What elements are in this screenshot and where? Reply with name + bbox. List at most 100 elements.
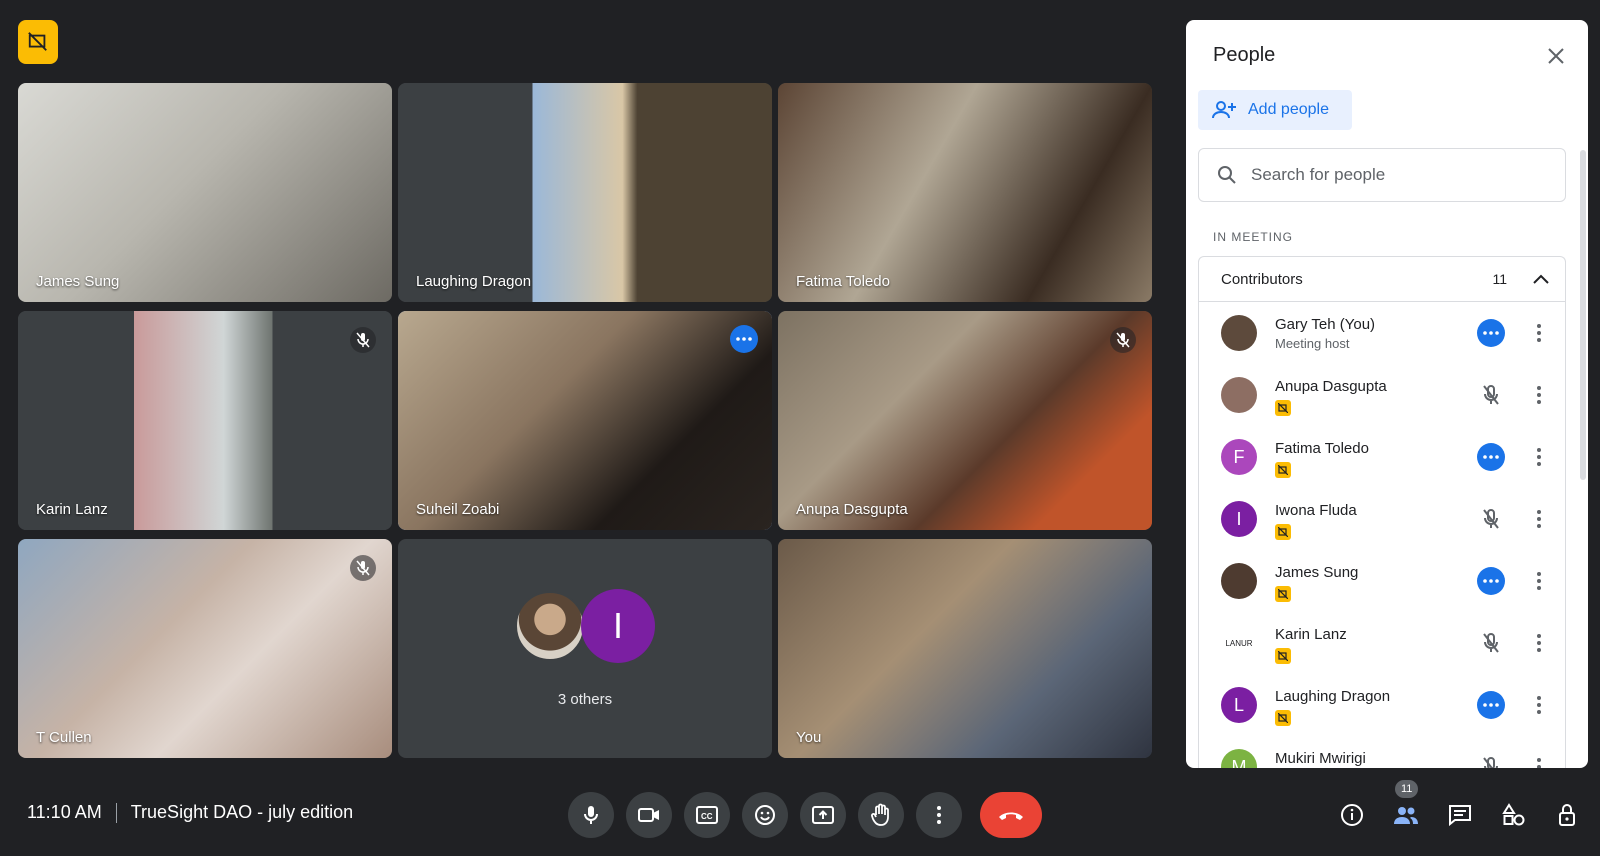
- participant-row[interactable]: I Iwona Fluda: [1199, 488, 1565, 550]
- participant-row[interactable]: F Fatima Toledo: [1199, 426, 1565, 488]
- participant-row[interactable]: Gary Teh (You) Meeting host: [1199, 302, 1565, 364]
- participant-menu-button[interactable]: [1529, 381, 1549, 409]
- muted-indicator: [350, 327, 376, 353]
- host-controls-button[interactable]: [1546, 792, 1590, 838]
- no-video-icon: [1278, 465, 1288, 475]
- more-vert-icon: [1537, 572, 1541, 590]
- activities-button[interactable]: [1492, 792, 1536, 838]
- meeting-details-button[interactable]: [1330, 792, 1374, 838]
- participant-menu-button[interactable]: [1529, 319, 1549, 347]
- participant-tile[interactable]: Anupa Dasgupta: [778, 311, 1152, 530]
- mic-off-icon: [1483, 633, 1499, 653]
- participant-name: Suheil Zoabi: [416, 501, 500, 518]
- raise-hand-button[interactable]: [858, 792, 904, 838]
- participant-tile[interactable]: You: [778, 539, 1152, 758]
- avatar: L: [1221, 687, 1257, 723]
- participant-tile[interactable]: Karin Lanz: [18, 311, 392, 530]
- add-people-button[interactable]: Add people: [1198, 90, 1352, 130]
- muted-indicator[interactable]: [1477, 753, 1505, 768]
- chat-icon: [1449, 805, 1471, 826]
- contributors-header[interactable]: Contributors 11: [1199, 257, 1565, 302]
- speaking-indicator[interactable]: [1477, 567, 1505, 595]
- participant-menu-button[interactable]: [1529, 567, 1549, 595]
- others-avatars: I: [515, 589, 655, 663]
- no-video-icon: [28, 32, 47, 51]
- video-feed: [398, 83, 772, 302]
- others-tile[interactable]: I 3 others: [398, 539, 772, 758]
- speaking-indicator[interactable]: [1477, 691, 1505, 719]
- avatar: [1221, 315, 1257, 351]
- muted-indicator[interactable]: [1477, 505, 1505, 533]
- captions-button[interactable]: CC: [684, 792, 730, 838]
- more-horiz-icon: [1483, 703, 1499, 707]
- present-button[interactable]: [800, 792, 846, 838]
- no-video-icon: [1278, 589, 1288, 599]
- avatar: [515, 591, 585, 661]
- participant-name: Gary Teh (You): [1275, 316, 1376, 333]
- camera-button[interactable]: [626, 792, 672, 838]
- camera-off-badge: [1275, 710, 1291, 726]
- speaking-indicator[interactable]: [1477, 443, 1505, 471]
- mic-button[interactable]: [568, 792, 614, 838]
- more-horiz-icon: [1483, 455, 1499, 459]
- chat-button[interactable]: [1438, 792, 1482, 838]
- no-video-icon: [1278, 403, 1288, 413]
- participant-menu-button[interactable]: [1529, 753, 1549, 768]
- hang-up-icon: [999, 812, 1023, 820]
- shapes-icon: [1502, 803, 1525, 826]
- participant-name: Laughing Dragon: [1275, 688, 1391, 705]
- participant-row[interactable]: LANUR Karin Lanz: [1199, 612, 1565, 674]
- others-label: 3 others: [557, 691, 613, 708]
- muted-indicator: [1110, 327, 1136, 353]
- group-title: Contributors: [1221, 270, 1303, 288]
- others-group: I 3 others: [398, 539, 772, 758]
- reactions-button[interactable]: [742, 792, 788, 838]
- divider: [115, 802, 117, 823]
- participant-tile[interactable]: Fatima Toledo: [778, 83, 1152, 302]
- avatar: I: [581, 589, 655, 663]
- participant-tile[interactable]: T Cullen: [18, 539, 392, 758]
- participant-row[interactable]: L Laughing Dragon: [1199, 674, 1565, 736]
- participant-menu-button[interactable]: [1529, 691, 1549, 719]
- participant-name: Laughing Dragon: [416, 273, 532, 290]
- more-options-button[interactable]: [916, 792, 962, 838]
- no-video-icon: [1278, 713, 1288, 723]
- video-feed: [18, 83, 392, 302]
- participant-tile[interactable]: Suheil Zoabi: [398, 311, 772, 530]
- participant-tile[interactable]: Laughing Dragon: [398, 83, 772, 302]
- speaking-indicator[interactable]: [730, 325, 758, 353]
- panel-scrollbar[interactable]: [1580, 150, 1586, 480]
- participant-name: Mukiri Mwirigi: [1275, 750, 1366, 767]
- captions-icon: CC: [696, 806, 718, 824]
- people-icon: [1394, 807, 1418, 824]
- mic-icon: [584, 806, 598, 824]
- avatar: [1221, 563, 1257, 599]
- speaking-indicator[interactable]: [1477, 319, 1505, 347]
- search-input[interactable]: [1251, 165, 1551, 185]
- more-vert-icon: [1537, 634, 1541, 652]
- participant-row[interactable]: Anupa Dasgupta: [1199, 364, 1565, 426]
- muted-indicator[interactable]: [1477, 381, 1505, 409]
- presentation-indicator[interactable]: [18, 20, 58, 64]
- leave-call-button[interactable]: [980, 792, 1042, 838]
- more-horiz-icon: [736, 337, 752, 341]
- people-search[interactable]: [1198, 148, 1566, 202]
- close-panel-button[interactable]: [1542, 42, 1570, 70]
- mic-off-icon: [1483, 509, 1499, 529]
- participant-menu-button[interactable]: [1529, 443, 1549, 471]
- participant-role: Meeting host: [1275, 336, 1350, 351]
- avatar: I: [1221, 501, 1257, 537]
- participant-row[interactable]: M Mukiri Mwirigi: [1199, 736, 1565, 768]
- muted-indicator[interactable]: [1477, 629, 1505, 657]
- add-people-label: Add people: [1248, 101, 1329, 118]
- people-button[interactable]: 11: [1384, 780, 1428, 838]
- present-screen-icon: [812, 806, 834, 824]
- participant-row[interactable]: James Sung: [1199, 550, 1565, 612]
- more-vert-icon: [1537, 324, 1541, 342]
- participant-name: Karin Lanz: [36, 501, 108, 518]
- video-feed: [778, 539, 1152, 758]
- participant-menu-button[interactable]: [1529, 505, 1549, 533]
- mic-off-icon: [1116, 332, 1130, 348]
- participant-menu-button[interactable]: [1529, 629, 1549, 657]
- participant-tile[interactable]: James Sung: [18, 83, 392, 302]
